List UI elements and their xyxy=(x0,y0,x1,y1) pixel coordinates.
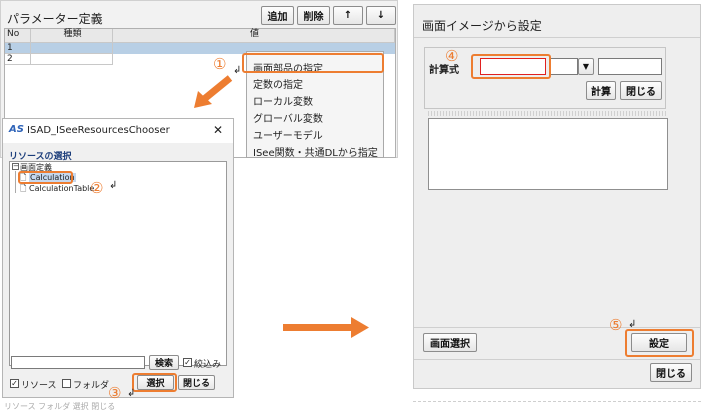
resource-chooser-dialog: AS ISAD_ISeeResourcesChooser ✕ リソースの選択 −… xyxy=(2,118,234,398)
formula-output-area[interactable] xyxy=(428,118,668,190)
footer-divider xyxy=(414,359,700,360)
cursor-icon: ↲ xyxy=(127,388,136,399)
right-arrow-icon xyxy=(283,317,369,338)
column-header-no: No xyxy=(5,29,31,43)
operand-input[interactable] xyxy=(598,58,662,75)
resource-tree[interactable]: − 画面定義 🗋 Calculation 🗋 CalculationTable xyxy=(9,161,227,366)
resource-label: リソース xyxy=(21,381,57,391)
highlight-select-button xyxy=(132,373,177,392)
step-2-marker: ② xyxy=(90,179,104,197)
delete-button[interactable]: 削除 xyxy=(297,6,330,25)
title-divider xyxy=(414,37,700,38)
row-number: 2 xyxy=(5,54,31,65)
dialog-title: 画面イメージから設定 xyxy=(422,19,542,33)
screen-select-button[interactable]: 画面選択 xyxy=(423,333,477,352)
step-5-marker: ⑤ xyxy=(609,316,623,334)
step-3-marker: ③ xyxy=(108,384,122,402)
narrow-checkbox[interactable]: ✓ xyxy=(183,358,192,367)
highlight-screen-part xyxy=(242,53,384,73)
folder-checkbox[interactable] xyxy=(62,379,71,388)
resource-checkbox[interactable]: ✓ xyxy=(10,379,19,388)
dialog-close-button[interactable]: 閉じる xyxy=(650,363,692,382)
cursor-icon: ↲ xyxy=(628,319,637,330)
close-icon[interactable]: ✕ xyxy=(213,123,223,137)
row-type-cell[interactable] xyxy=(31,54,113,65)
search-input[interactable] xyxy=(11,356,145,369)
down-left-arrow-icon xyxy=(194,75,233,108)
row-number: 1 xyxy=(5,43,31,54)
folder-label: フォルダ xyxy=(73,381,110,391)
move-down-button[interactable]: ↓ xyxy=(366,6,396,25)
narrow-label: 絞込み xyxy=(194,360,222,370)
tree-item-calculation-table[interactable]: CalculationTable xyxy=(29,184,94,193)
bottom-divider xyxy=(414,327,700,328)
chooser-titlebar: AS ISAD_ISeeResourcesChooser ✕ xyxy=(3,119,233,143)
cursor-icon: ↲ xyxy=(233,65,242,76)
calculate-button[interactable]: 計算 xyxy=(586,81,616,100)
highlight-set-button xyxy=(625,329,694,357)
cursor-icon: ↲ xyxy=(109,180,118,191)
operator-input[interactable] xyxy=(550,58,578,75)
inner-close-button[interactable]: 閉じる xyxy=(620,81,662,100)
row-type-cell[interactable] xyxy=(31,43,113,54)
move-up-button[interactable]: ↑ xyxy=(333,6,363,25)
column-header-value: 値 xyxy=(113,29,395,43)
chevron-down-icon[interactable]: ▼ xyxy=(578,58,594,75)
app-logo-icon: AS xyxy=(9,124,24,135)
menu-item-local-variable[interactable]: ローカル変数 xyxy=(253,93,313,108)
splitter-handle[interactable] xyxy=(428,111,668,116)
highlight-formula-input xyxy=(471,54,551,79)
step-4-marker: ④ xyxy=(445,47,459,65)
screen-image-dialog: 画面イメージから設定 計算式 ▼ ④ 計算 閉じる 画面選択 設定 ⑤ ↲ 閉じ… xyxy=(413,4,701,389)
chooser-close-button[interactable]: 閉じる xyxy=(178,375,215,390)
file-icon: 🗋 xyxy=(20,184,27,193)
highlight-calculation xyxy=(18,171,73,184)
parameter-panel-title: パラメーター定義 xyxy=(7,12,103,26)
menu-item-constant[interactable]: 定数の指定 xyxy=(253,76,303,91)
chooser-title: ISAD_ISeeResourcesChooser xyxy=(27,125,170,136)
menu-item-isee-function[interactable]: ISee関数・共通DLから指定 xyxy=(253,144,378,159)
tree-line xyxy=(15,171,16,193)
ghost-divider xyxy=(413,401,701,404)
column-header-type: 種類 xyxy=(31,29,113,43)
collapse-icon[interactable]: − xyxy=(12,163,19,170)
add-button[interactable]: 追加 xyxy=(261,6,294,25)
ghost-footer-text: リソース フォルダ 選択 閉じる xyxy=(4,402,116,411)
menu-item-user-model[interactable]: ユーザーモデル xyxy=(253,127,323,142)
search-button[interactable]: 検索 xyxy=(149,355,179,370)
step-1-marker: ① xyxy=(213,55,227,73)
menu-item-global-variable[interactable]: グローバル変数 xyxy=(253,110,323,125)
